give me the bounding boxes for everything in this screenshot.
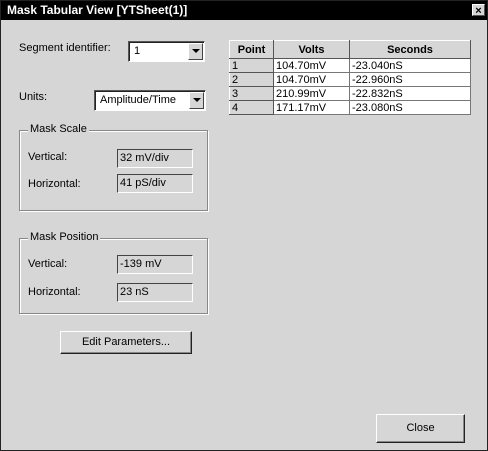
table-cell-seconds[interactable]: -23.040nS xyxy=(349,58,471,73)
table-cell-point: 2 xyxy=(229,72,274,87)
window-title: Mask Tabular View [YTSheet(1)] xyxy=(7,3,188,17)
mask-position-horizontal-value: 23 nS xyxy=(117,283,193,302)
mask-position-horizontal-label: Horizontal: xyxy=(28,286,81,298)
title-bar: Mask Tabular View [YTSheet(1)] × xyxy=(1,1,487,20)
table-cell-volts[interactable]: 104.70mV xyxy=(273,72,350,87)
units-select[interactable]: Amplitude/Time xyxy=(94,90,206,111)
table-row[interactable]: 3 210.99mV -22.832nS xyxy=(229,86,471,101)
close-button[interactable]: Close xyxy=(376,414,465,443)
table-cell-point: 1 xyxy=(229,58,274,73)
table-cell-volts[interactable]: 104.70mV xyxy=(273,58,350,73)
mask-scale-group: Mask Scale xyxy=(19,123,208,211)
segment-identifier-select[interactable]: 1 xyxy=(128,41,205,62)
column-header-point[interactable]: Point xyxy=(229,40,274,59)
mask-scale-horizontal-value: 41 pS/div xyxy=(117,174,193,193)
segment-identifier-value: 1 xyxy=(134,45,141,57)
table-cell-point: 3 xyxy=(229,86,274,101)
mask-position-group: Mask Position xyxy=(19,231,208,314)
chevron-down-icon[interactable] xyxy=(189,92,204,109)
table-cell-volts[interactable]: 210.99mV xyxy=(273,86,350,101)
mask-position-vertical-label: Vertical: xyxy=(28,258,68,270)
mask-position-title: Mask Position xyxy=(28,231,101,243)
chevron-down-icon[interactable] xyxy=(188,43,203,60)
close-icon[interactable]: × xyxy=(472,4,485,17)
mask-tabular-view-dialog: Mask Tabular View [YTSheet(1)] × Segment… xyxy=(0,0,488,451)
mask-scale-horizontal-label: Horizontal: xyxy=(28,178,81,190)
segment-identifier-label: Segment identifier: xyxy=(19,42,111,54)
table-cell-seconds[interactable]: -22.960nS xyxy=(349,72,471,87)
table-row[interactable]: 2 104.70mV -22.960nS xyxy=(229,72,471,87)
units-value: Amplitude/Time xyxy=(100,94,177,106)
table-header-row: Point Volts Seconds xyxy=(229,40,471,59)
mask-position-vertical-value: -139 mV xyxy=(117,255,193,274)
table-cell-seconds[interactable]: -23.080nS xyxy=(349,100,471,115)
mask-scale-vertical-value: 32 mV/div xyxy=(117,149,193,168)
table-cell-volts[interactable]: 171.17mV xyxy=(273,100,350,115)
table-cell-point: 4 xyxy=(229,100,274,115)
units-label: Units: xyxy=(19,91,48,103)
column-header-volts[interactable]: Volts xyxy=(273,40,350,59)
column-header-seconds[interactable]: Seconds xyxy=(349,40,471,59)
table-row[interactable]: 4 171.17mV -23.080nS xyxy=(229,100,471,115)
table-cell-seconds[interactable]: -22.832nS xyxy=(349,86,471,101)
mask-scale-vertical-label: Vertical: xyxy=(28,151,68,163)
mask-scale-title: Mask Scale xyxy=(28,123,89,135)
edit-parameters-button[interactable]: Edit Parameters... xyxy=(60,331,192,354)
mask-points-table: Point Volts Seconds 1 104.70mV -23.040nS… xyxy=(229,40,471,115)
table-row[interactable]: 1 104.70mV -23.040nS xyxy=(229,58,471,73)
